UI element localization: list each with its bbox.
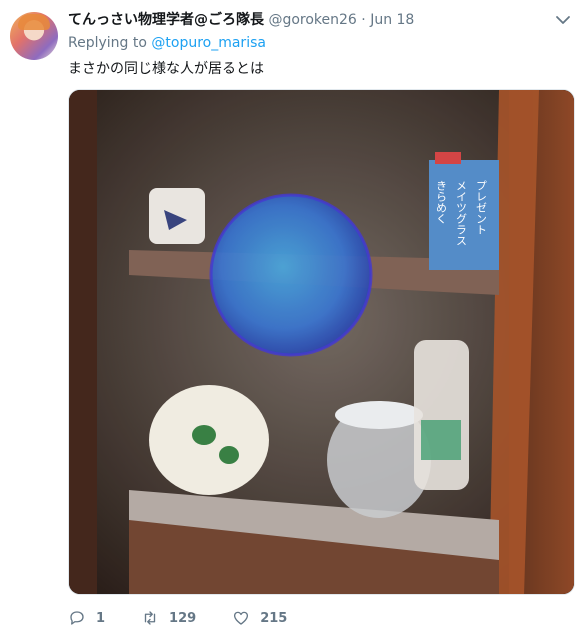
replying-to-link[interactable]: @topuro_marisa [151, 35, 266, 51]
replying-to-line: Replying to @topuro_marisa [68, 35, 266, 51]
tweet-actions: 1 129 215 [68, 606, 323, 630]
user-handle[interactable]: @goroken26 [268, 12, 356, 28]
photo-box-text: メイツグラス [455, 180, 468, 246]
replying-prefix: Replying to [68, 35, 147, 51]
reply-icon [70, 611, 84, 625]
retweet-button[interactable]: 129 [141, 609, 196, 627]
like-count: 215 [260, 610, 288, 626]
heart-icon [234, 611, 249, 625]
display-name[interactable]: てんっさい物理学者@ごろ隊長 [68, 12, 264, 28]
tweet-text: まさかの同じ様な人が居るとは [68, 61, 264, 77]
photo-box-text: プレゼント [475, 180, 488, 235]
like-button[interactable]: 215 [232, 609, 287, 627]
tweet-photo[interactable]: きらめく メイツグラス プレゼント [68, 89, 575, 595]
reply-button[interactable]: 1 [68, 609, 105, 627]
separator-dot: · [361, 12, 366, 28]
tweet-header: てんっさい物理学者@ごろ隊長 @goroken26 · Jun 18 [68, 10, 545, 30]
tweet-date[interactable]: Jun 18 [370, 12, 414, 28]
avatar[interactable] [10, 12, 58, 60]
retweet-count: 129 [169, 610, 197, 626]
photo-box-text: きらめく [435, 180, 448, 224]
reply-count: 1 [96, 610, 106, 626]
retweet-icon [144, 611, 156, 625]
chevron-down-icon[interactable] [555, 14, 571, 26]
